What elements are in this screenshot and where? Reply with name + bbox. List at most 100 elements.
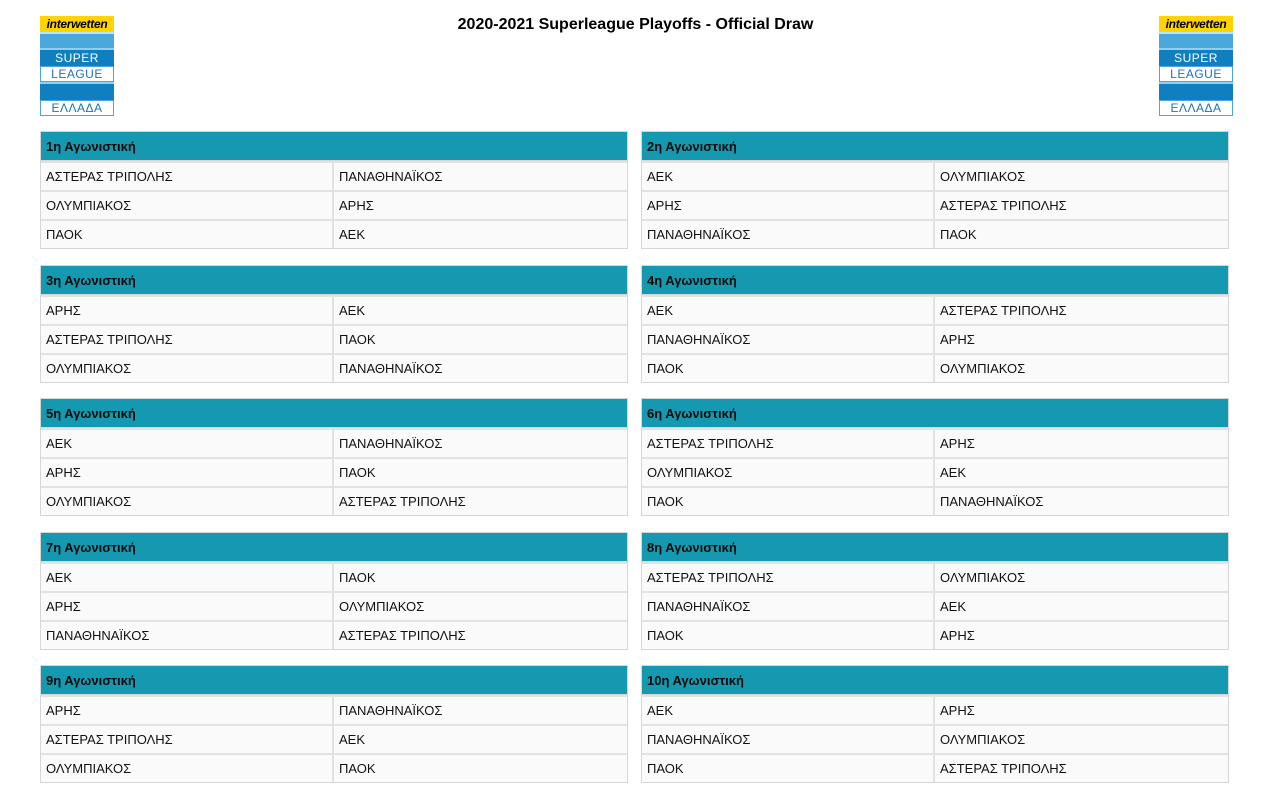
round-header: 5η Αγωνιστική xyxy=(41,399,627,428)
away-team: ΟΛΥΜΠΙΑΚΟΣ xyxy=(940,732,1026,747)
round-table: 2η Αγωνιστική ΑΕΚ ΟΛΥΜΠΙΑΚΟΣ ΑΡΗΣ ΑΣΤΕΡΑΣ ΤΡ… xyxy=(641,131,1229,249)
logo-pitch-stripe-2 xyxy=(40,82,114,100)
home-team: ΠΑΝΑΘΗΝΑΪΚΟΣ xyxy=(642,726,935,753)
match-row: ΠΑΟΚ ΟΛΥΜΠΙΑΚΟΣ xyxy=(642,353,1228,382)
home-team: ΑΕΚ xyxy=(642,163,935,190)
match-row: ΑΣΤΕΡΑΣ ΤΡΙΠΟΛΗΣ ΠΑΝΑΘΗΝΑΪΚΟΣ xyxy=(41,161,627,190)
away-team: ΠΑΟΚ xyxy=(339,570,376,585)
match-row: ΑΕΚ ΑΡΗΣ xyxy=(642,695,1228,724)
superleague-logo-left: interwetten SUPER LEAGUE ΕΛΛΑΔΑ xyxy=(40,16,114,122)
match-row: ΑΡΗΣ ΑΣΤΕΡΑΣ ΤΡΙΠΟΛΗΣ xyxy=(642,190,1228,219)
home-team: ΑΕΚ xyxy=(41,430,334,457)
match-row: ΠΑΟΚ ΑΕΚ xyxy=(41,219,627,248)
away-team: ΑΡΗΣ xyxy=(940,703,975,718)
home-team: ΑΡΗΣ xyxy=(41,697,334,724)
away-team: ΠΑΟΚ xyxy=(339,761,376,776)
away-team: ΑΡΗΣ xyxy=(940,436,975,451)
away-team: ΑΕΚ xyxy=(940,465,967,480)
page: interwetten SUPER LEAGUE ΕΛΛΑΔΑ 2020-202… xyxy=(0,0,1271,801)
match-row: ΠΑΟΚ ΠΑΝΑΘΗΝΑΪΚΟΣ xyxy=(642,486,1228,515)
home-team: ΑΡΗΣ xyxy=(41,593,334,620)
away-team: ΠΑΟΚ xyxy=(940,227,977,242)
home-team: ΑΕΚ xyxy=(41,564,334,591)
away-team: ΑΣΤΕΡΑΣ ΤΡΙΠΟΛΗΣ xyxy=(940,198,1067,213)
superleague-logo-right: interwetten SUPER LEAGUE ΕΛΛΑΔΑ xyxy=(1159,16,1233,122)
home-team: ΑΡΗΣ xyxy=(41,297,334,324)
match-row: ΑΕΚ ΟΛΥΜΠΙΑΚΟΣ xyxy=(642,161,1228,190)
away-team: ΠΑΝΑΘΗΝΑΪΚΟΣ xyxy=(339,436,443,451)
round-table: 4η Αγωνιστική ΑΕΚ ΑΣΤΕΡΑΣ ΤΡΙΠΟΛΗΣ ΠΑΝΑΘΗΝΑ… xyxy=(641,265,1229,383)
logo-line-league: LEAGUE xyxy=(1159,66,1233,82)
home-team: ΠΑΝΑΘΗΝΑΪΚΟΣ xyxy=(642,326,935,353)
round-header: 7η Αγωνιστική xyxy=(41,533,627,562)
home-team: ΟΛΥΜΠΙΑΚΟΣ xyxy=(41,355,334,382)
round-table: 6η Αγωνιστική ΑΣΤΕΡΑΣ ΤΡΙΠΟΛΗΣ ΑΡΗΣ ΟΛΥΜΠΙΑ… xyxy=(641,398,1229,516)
round-table: 1η Αγωνιστική ΑΣΤΕΡΑΣ ΤΡΙΠΟΛΗΣ ΠΑΝΑΘΗΝΑΪΚΟ… xyxy=(40,131,628,249)
home-team: ΑΣΤΕΡΑΣ ΤΡΙΠΟΛΗΣ xyxy=(41,163,334,190)
away-team: ΠΑΟΚ xyxy=(339,332,376,347)
match-row: ΟΛΥΜΠΙΑΚΟΣ ΑΕΚ xyxy=(642,457,1228,486)
round-table: 7η Αγωνιστική ΑΕΚ ΠΑΟΚ ΑΡΗΣ ΟΛΥΜΠΙΑΚΟΣ ΠΑΝΑΘΗ… xyxy=(40,532,628,650)
round-table: 10η Αγωνιστική ΑΕΚ ΑΡΗΣ ΠΑΝΑΘΗΝΑΪΚΟΣ ΟΛΥΜΠΙΑ… xyxy=(641,665,1229,783)
away-team: ΑΕΚ xyxy=(339,732,366,747)
match-row: ΑΕΚ ΑΣΤΕΡΑΣ ΤΡΙΠΟΛΗΣ xyxy=(642,295,1228,324)
away-team: ΠΑΝΑΘΗΝΑΪΚΟΣ xyxy=(339,361,443,376)
logo-line-greece: ΕΛΛΑΔΑ xyxy=(40,100,114,116)
away-team: ΑΕΚ xyxy=(339,303,366,318)
home-team: ΑΕΚ xyxy=(642,297,935,324)
home-team: ΠΑΟΚ xyxy=(642,622,935,649)
match-row: ΑΣΤΕΡΑΣ ΤΡΙΠΟΛΗΣ ΠΑΟΚ xyxy=(41,324,627,353)
match-row: ΑΣΤΕΡΑΣ ΤΡΙΠΟΛΗΣ ΑΕΚ xyxy=(41,724,627,753)
match-row: ΠΑΟΚ ΑΣΤΕΡΑΣ ΤΡΙΠΟΛΗΣ xyxy=(642,753,1228,782)
home-team: ΑΕΚ xyxy=(642,697,935,724)
match-row: ΠΑΝΑΘΗΝΑΪΚΟΣ ΟΛΥΜΠΙΑΚΟΣ xyxy=(642,724,1228,753)
match-row: ΠΑΟΚ ΑΡΗΣ xyxy=(642,620,1228,649)
round-table: 3η Αγωνιστική ΑΡΗΣ ΑΕΚ ΑΣΤΕΡΑΣ ΤΡΙΠΟΛΗΣ ΠΑΟΚ… xyxy=(40,265,628,383)
away-team: ΑΣΤΕΡΑΣ ΤΡΙΠΟΛΗΣ xyxy=(339,628,466,643)
match-row: ΑΡΗΣ ΟΛΥΜΠΙΑΚΟΣ xyxy=(41,591,627,620)
home-team: ΑΡΗΣ xyxy=(41,459,334,486)
logo-pitch-stripe-2 xyxy=(1159,82,1233,100)
match-row: ΑΡΗΣ ΠΑΟΚ xyxy=(41,457,627,486)
page-title: 2020-2021 Superleague Playoffs - Officia… xyxy=(457,16,814,33)
away-team: ΑΣΤΕΡΑΣ ΤΡΙΠΟΛΗΣ xyxy=(339,494,466,509)
home-team: ΑΣΤΕΡΑΣ ΤΡΙΠΟΛΗΣ xyxy=(41,726,334,753)
home-team: ΠΑΝΑΘΗΝΑΪΚΟΣ xyxy=(642,593,935,620)
away-team: ΑΣΤΕΡΑΣ ΤΡΙΠΟΛΗΣ xyxy=(940,303,1067,318)
round-header: 2η Αγωνιστική xyxy=(642,132,1228,161)
round-header: 9η Αγωνιστική xyxy=(41,666,627,695)
home-team: ΠΑΟΚ xyxy=(41,221,334,248)
round-header: 4η Αγωνιστική xyxy=(642,266,1228,295)
away-team: ΠΑΝΑΘΗΝΑΪΚΟΣ xyxy=(339,703,443,718)
away-team: ΑΡΗΣ xyxy=(339,198,374,213)
home-team: ΟΛΥΜΠΙΑΚΟΣ xyxy=(642,459,935,486)
round-table: 8η Αγωνιστική ΑΣΤΕΡΑΣ ΤΡΙΠΟΛΗΣ ΟΛΥΜΠΙΑΚΟΣ Π… xyxy=(641,532,1229,650)
logo-pitch-stripe xyxy=(40,32,114,48)
away-team: ΠΑΝΑΘΗΝΑΪΚΟΣ xyxy=(940,494,1044,509)
home-team: ΑΡΗΣ xyxy=(642,192,935,219)
match-row: ΟΛΥΜΠΙΑΚΟΣ ΑΡΗΣ xyxy=(41,190,627,219)
away-team: ΟΛΥΜΠΙΑΚΟΣ xyxy=(339,599,425,614)
home-team: ΠΑΟΚ xyxy=(642,755,935,782)
match-row: ΑΕΚ ΠΑΟΚ xyxy=(41,562,627,591)
match-row: ΑΣΤΕΡΑΣ ΤΡΙΠΟΛΗΣ ΑΡΗΣ xyxy=(642,428,1228,457)
logo-line-super: SUPER xyxy=(40,48,114,66)
away-team: ΑΡΗΣ xyxy=(940,332,975,347)
logo-line-greece: ΕΛΛΑΔΑ xyxy=(1159,100,1233,116)
round-header: 3η Αγωνιστική xyxy=(41,266,627,295)
away-team: ΟΛΥΜΠΙΑΚΟΣ xyxy=(940,169,1026,184)
logo-line-league: LEAGUE xyxy=(40,66,114,82)
home-team: ΑΣΤΕΡΑΣ ΤΡΙΠΟΛΗΣ xyxy=(642,430,935,457)
home-team: ΟΛΥΜΠΙΑΚΟΣ xyxy=(41,755,334,782)
home-team: ΟΛΥΜΠΙΑΚΟΣ xyxy=(41,192,334,219)
home-team: ΑΣΤΕΡΑΣ ΤΡΙΠΟΛΗΣ xyxy=(41,326,334,353)
away-team: ΑΕΚ xyxy=(339,227,366,242)
match-row: ΠΑΝΑΘΗΝΑΪΚΟΣ ΑΕΚ xyxy=(642,591,1228,620)
logo-brand: interwetten xyxy=(40,16,114,32)
round-table: 9η Αγωνιστική ΑΡΗΣ ΠΑΝΑΘΗΝΑΪΚΟΣ ΑΣΤΕΡΑΣ ΤΡΙ… xyxy=(40,665,628,783)
match-row: ΟΛΥΜΠΙΑΚΟΣ ΑΣΤΕΡΑΣ ΤΡΙΠΟΛΗΣ xyxy=(41,486,627,515)
round-header: 6η Αγωνιστική xyxy=(642,399,1228,428)
away-team: ΟΛΥΜΠΙΑΚΟΣ xyxy=(940,361,1026,376)
away-team: ΑΡΗΣ xyxy=(940,628,975,643)
match-row: ΑΡΗΣ ΠΑΝΑΘΗΝΑΪΚΟΣ xyxy=(41,695,627,724)
